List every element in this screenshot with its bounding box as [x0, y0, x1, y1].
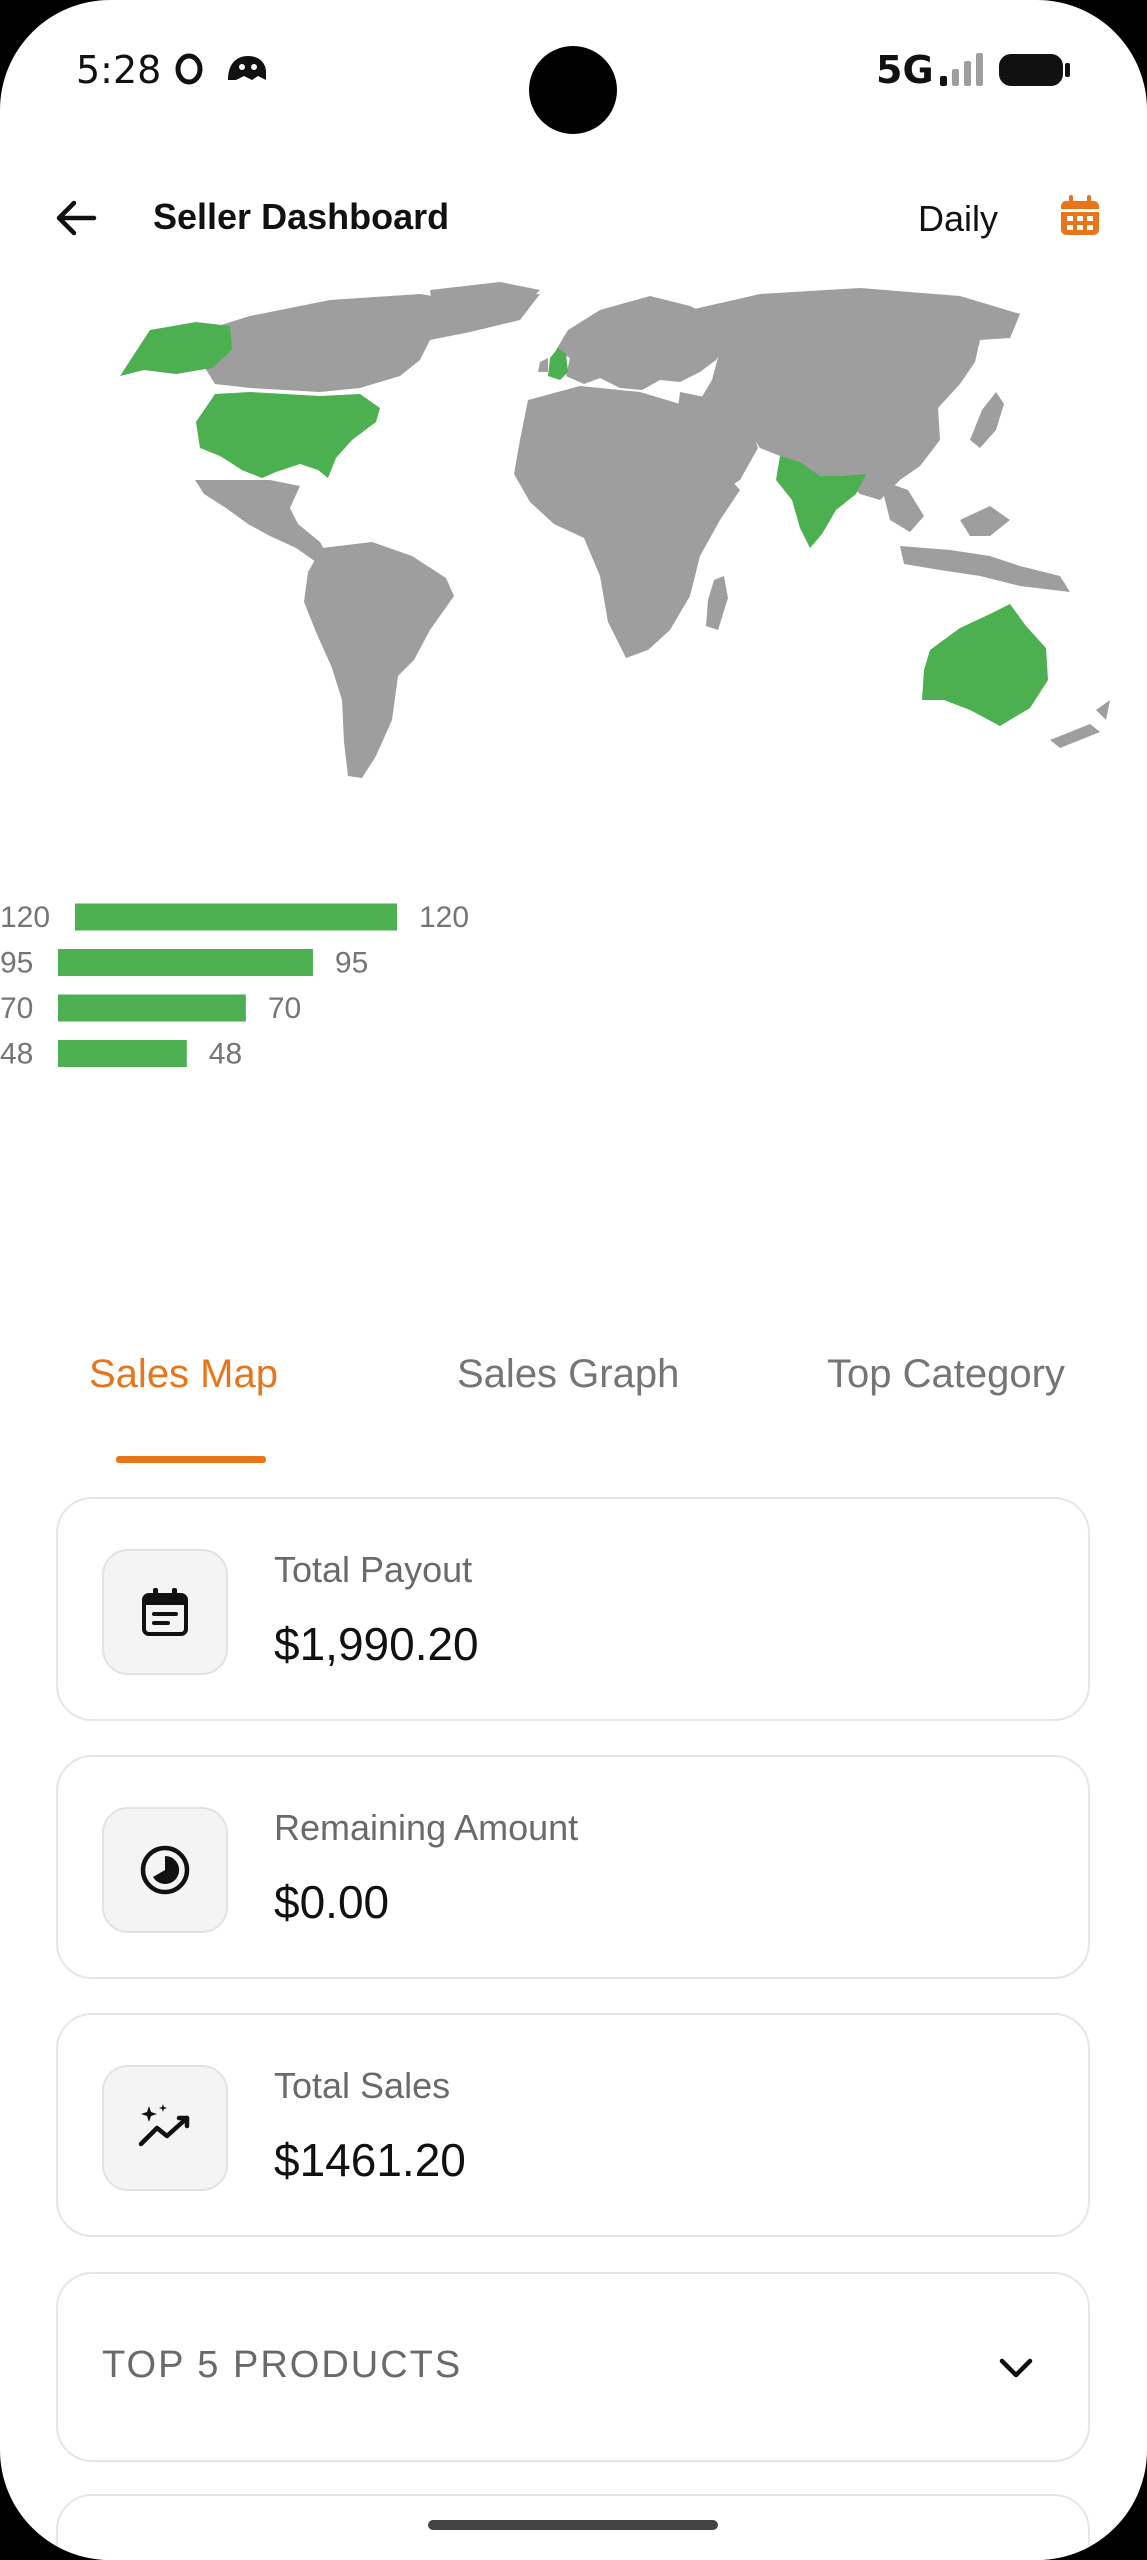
top-products-label: TOP 5 PRODUCTS: [102, 2344, 463, 2386]
back-arrow-icon: [56, 200, 97, 236]
bar-value-label: 120: [419, 901, 469, 934]
chevron-down-icon[interactable]: [988, 2340, 1044, 2396]
map-region-southeast-asia: [880, 480, 1070, 592]
sales-bar-chart: 120 120 95 95 70 70 48 48: [0, 901, 469, 1071]
sales-world-map[interactable]: [0, 280, 1147, 800]
bar-value-label: 48: [209, 1038, 242, 1071]
o-app-icon: [175, 53, 203, 85]
bar-category-label: 48: [0, 1038, 33, 1071]
map-region-united-states: [196, 392, 380, 478]
map-region-central-america: [195, 480, 330, 562]
total-payout-value: $1,990.20: [274, 1618, 479, 1670]
map-region-madagascar: [706, 576, 728, 630]
battery-icon: [999, 54, 1070, 86]
calendar-icon[interactable]: [1056, 192, 1104, 240]
sparkle-trend-icon: [138, 2104, 190, 2147]
back-button[interactable]: [48, 190, 104, 246]
dashboard-tabs: Sales Map Sales Graph Top Category: [0, 1340, 1147, 1470]
top-products-expander[interactable]: TOP 5 PRODUCTS: [56, 2272, 1090, 2462]
map-region-japan: [970, 392, 1004, 448]
status-bar: 5:28 5G: [0, 0, 1147, 140]
map-region-ireland: [538, 358, 548, 372]
total-sales-value: $1461.20: [274, 2134, 466, 2186]
total-sales-label: Total Sales: [274, 2065, 451, 2106]
bar: [58, 1040, 187, 1067]
tab-sales-graph[interactable]: Sales Graph: [457, 1352, 679, 1397]
signal-icon: [940, 53, 983, 86]
tab-sales-map[interactable]: Sales Map: [89, 1352, 278, 1397]
remaining-amount-label: Remaining Amount: [274, 1807, 579, 1848]
remaining-amount-card[interactable]: Remaining Amount $0.00: [56, 1755, 1090, 1979]
page-title: Seller Dashboard: [153, 196, 450, 237]
app-bar: Seller Dashboard Daily: [0, 160, 1147, 270]
map-region-new-zealand: [1050, 700, 1110, 748]
tab-top-category[interactable]: Top Category: [827, 1352, 1065, 1397]
remaining-amount-value: $0.00: [274, 1876, 390, 1928]
bar: [58, 949, 313, 976]
network-type: 5G: [876, 48, 934, 92]
bar-category-label: 120: [0, 901, 50, 934]
total-payout-label: Total Payout: [274, 1549, 473, 1590]
map-region-australia: [922, 604, 1048, 726]
total-sales-icon-box: [102, 2065, 228, 2191]
front-camera: [529, 46, 617, 134]
status-time: 5:28: [76, 48, 162, 92]
bar: [58, 994, 246, 1022]
bar-value-label: 70: [268, 992, 301, 1025]
app-screen: 5:28 5G Seller Dashboard Daily 120 120 9…: [0, 0, 1147, 2560]
map-region-south-america: [304, 542, 454, 778]
bar-category-label: 95: [0, 947, 33, 980]
total-payout-icon-box: [102, 1549, 228, 1675]
receipt-icon: [142, 1588, 188, 1636]
pie-clock-icon: [140, 1845, 190, 1895]
remaining-amount-icon-box: [102, 1807, 228, 1933]
total-payout-card[interactable]: Total Payout $1,990.20: [56, 1497, 1090, 1721]
home-indicator[interactable]: [428, 2520, 718, 2530]
ghost-app-icon: [228, 56, 266, 80]
bar: [75, 903, 397, 931]
period-selector[interactable]: Daily: [918, 198, 998, 240]
total-sales-card[interactable]: Total Sales $1461.20: [56, 2013, 1090, 2237]
bar-category-label: 70: [0, 992, 33, 1025]
active-tab-indicator: [116, 1456, 266, 1463]
bar-value-label: 95: [335, 947, 368, 980]
